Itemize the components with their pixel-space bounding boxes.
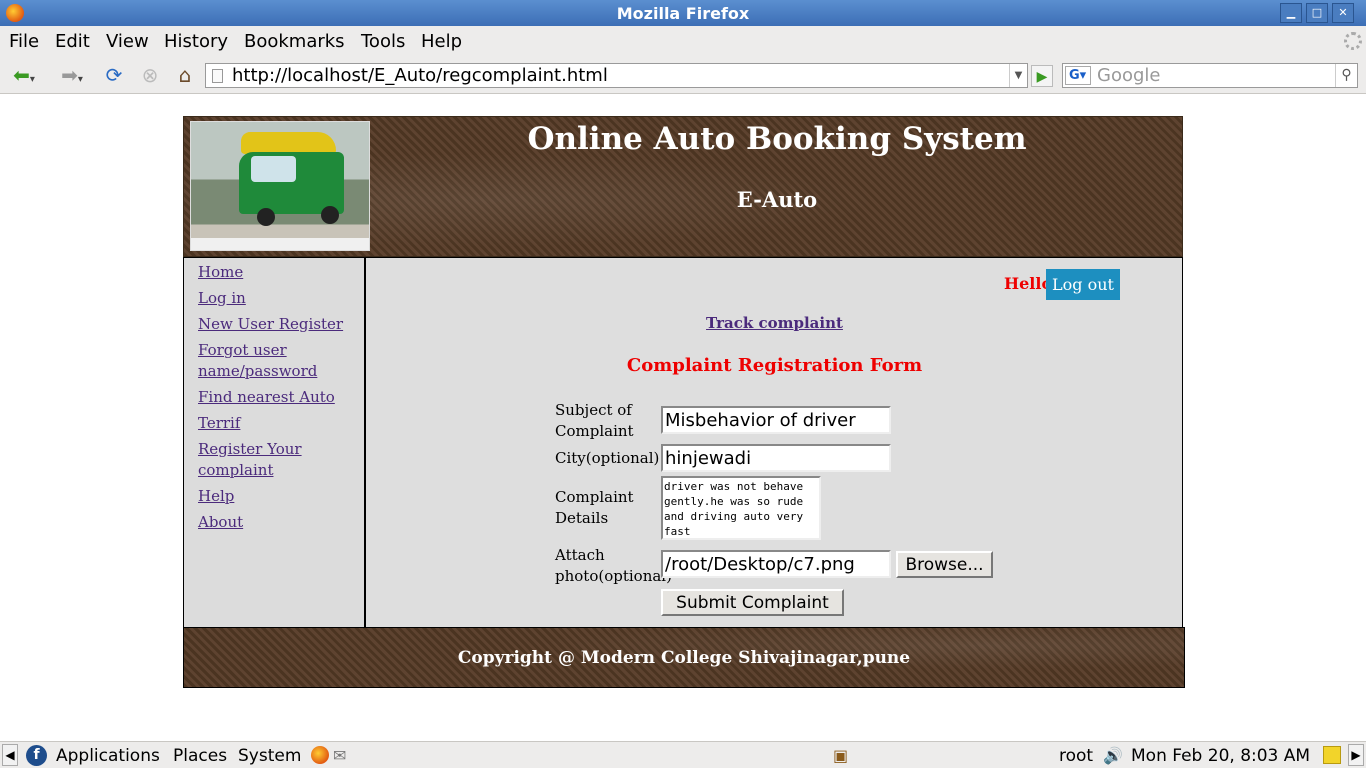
details-textarea[interactable]: driver was not behave gently.he was so r… <box>661 476 821 540</box>
logout-button[interactable]: Log out <box>1046 269 1120 300</box>
url-dropdown-icon[interactable]: ▼ <box>1009 64 1027 87</box>
submit-complaint-button[interactable]: Submit Complaint <box>661 589 844 616</box>
stop-icon[interactable]: ⊗ <box>137 62 163 88</box>
menu-file[interactable]: File <box>9 31 39 52</box>
nav-find-nearest-auto[interactable]: Find nearest Auto <box>198 387 358 408</box>
reload-icon[interactable]: ⟳ <box>101 62 127 88</box>
site-title: Online Auto Booking System <box>527 121 1027 157</box>
back-button[interactable]: ⬅▾ <box>6 62 42 88</box>
city-label: City(optional) <box>555 449 660 467</box>
places-menu[interactable]: Places <box>173 746 227 766</box>
track-complaint-link[interactable]: Track complaint <box>706 314 843 332</box>
window-title: Mozilla Firefox <box>616 4 750 23</box>
maximize-button[interactable]: □ <box>1306 3 1328 23</box>
mail-launcher-icon[interactable]: ✉ <box>333 746 346 765</box>
form-title: Complaint Registration Form <box>626 355 923 376</box>
photo-label: Attach photo(optional) <box>555 546 672 585</box>
site-header: Online Auto Booking System E-Auto <box>183 116 1183 257</box>
menu-edit[interactable]: Edit <box>55 31 90 52</box>
nav-terrif[interactable]: Terrif <box>198 413 358 434</box>
search-engine-icon[interactable]: G▾ <box>1065 66 1091 85</box>
taskbar-left-arrow[interactable]: ◀ <box>2 744 18 766</box>
subject-label: Subject of Complaint <box>555 401 634 440</box>
nav-login[interactable]: Log in <box>198 288 358 309</box>
close-button[interactable]: ✕ <box>1332 3 1354 23</box>
subject-input[interactable] <box>661 406 891 434</box>
site-footer: Copyright @ Modern College Shivajinagar,… <box>183 627 1185 688</box>
details-label: Complaint Details <box>555 488 634 527</box>
nav-about[interactable]: About <box>198 512 358 533</box>
menu-history[interactable]: History <box>164 31 228 52</box>
browse-button[interactable]: Browse... <box>896 551 993 578</box>
site-subtitle: E-Auto <box>736 187 818 212</box>
taskbar-right-arrow[interactable]: ▶ <box>1348 744 1364 766</box>
menu-bar: File Edit View History Bookmarks Tools H… <box>0 26 1366 56</box>
nav-help[interactable]: Help <box>198 486 358 507</box>
menu-help[interactable]: Help <box>421 31 462 52</box>
search-box[interactable]: G▾ Google ⚲ <box>1062 63 1358 88</box>
site-container: Online Auto Booking System E-Auto Home L… <box>183 116 1185 688</box>
system-menu[interactable]: System <box>238 746 301 766</box>
nav-register-complaint[interactable]: Register Your complaint <box>198 439 318 481</box>
city-input[interactable] <box>661 444 891 472</box>
main-panel: Hello Log out Track complaint Complaint … <box>366 257 1183 628</box>
copyright-text: Copyright @ Modern College Shivajinagar,… <box>457 648 911 668</box>
fedora-icon[interactable]: f <box>26 745 47 766</box>
menu-bookmarks[interactable]: Bookmarks <box>244 31 345 52</box>
nav-new-user-register[interactable]: New User Register <box>198 314 358 335</box>
notes-icon[interactable] <box>1323 746 1341 764</box>
navigation-toolbar: ⬅▾ ➡▾ ⟳ ⊗ ⌂ http://localhost/E_Auto/regc… <box>0 56 1366 94</box>
window-titlebar: Mozilla Firefox ▁ □ ✕ <box>0 0 1366 26</box>
url-text[interactable]: http://localhost/E_Auto/regcomplaint.htm… <box>232 65 608 86</box>
applications-menu[interactable]: Applications <box>56 746 160 766</box>
forward-button[interactable]: ➡▾ <box>52 62 92 88</box>
hello-text: Hello <box>1004 274 1053 293</box>
user-name[interactable]: root <box>1059 746 1093 766</box>
page-icon <box>212 69 223 83</box>
search-icon[interactable]: ⚲ <box>1335 64 1357 87</box>
go-button[interactable]: ▶ <box>1031 65 1053 87</box>
desktop-taskbar: ◀ f Applications Places System ✉ ▣ root … <box>0 741 1366 768</box>
home-icon[interactable]: ⌂ <box>172 62 198 88</box>
photo-file-input[interactable] <box>661 550 891 578</box>
page-content: Online Auto Booking System E-Auto Home L… <box>0 95 1366 740</box>
nav-home[interactable]: Home <box>198 262 358 283</box>
firefox-launcher-icon[interactable] <box>311 746 329 764</box>
nav-forgot-password[interactable]: Forgot user name/password <box>198 340 318 382</box>
minimize-button[interactable]: ▁ <box>1280 3 1302 23</box>
sidebar-nav: Home Log in New User Register Forgot use… <box>183 257 366 628</box>
activity-throbber-icon <box>1344 32 1362 50</box>
volume-icon[interactable]: 🔊 <box>1103 746 1123 765</box>
search-placeholder[interactable]: Google <box>1097 65 1160 86</box>
menu-tools[interactable]: Tools <box>361 31 405 52</box>
clock[interactable]: Mon Feb 20, 8:03 AM <box>1131 746 1310 766</box>
address-bar[interactable]: http://localhost/E_Auto/regcomplaint.htm… <box>205 63 1028 88</box>
menu-view[interactable]: View <box>106 31 149 52</box>
update-notifier-icon[interactable]: ▣ <box>833 746 848 765</box>
auto-rickshaw-image <box>190 121 370 251</box>
